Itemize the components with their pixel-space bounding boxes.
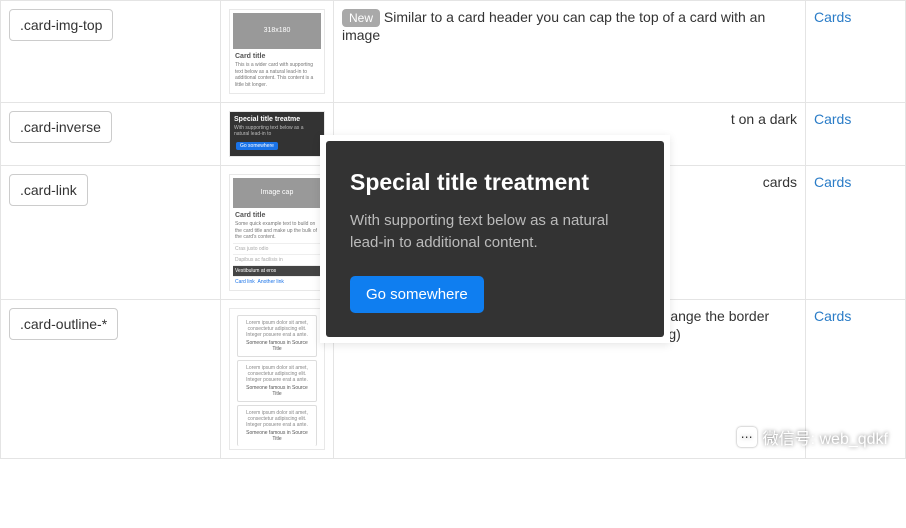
cards-link[interactable]: Cards [814,111,851,127]
thumb-text: This is a wider card with supporting tex… [235,62,319,88]
thumb-title: Card title [235,53,319,60]
thumbnail-card-img-top: 318x180 Card title This is a wider card … [229,9,325,94]
watermark: ⋯ 微信号: web_qdkf [737,425,888,449]
thumb-dark-button: Go somewhere [236,142,278,150]
go-somewhere-button[interactable]: Go somewhere [350,276,484,313]
thumb-list-item: Vestibulum at eros [233,265,321,276]
example-popup: Special title treatment With supporting … [320,135,670,343]
wechat-icon: ⋯ [737,427,757,447]
description-cell: New Similar to a card header you can cap… [334,1,806,103]
class-tag: .card-outline-* [9,308,118,340]
cards-link[interactable]: Cards [814,308,851,324]
hero-placeholder: Image cap [233,178,321,208]
thumb-links: Card link Another link [233,276,321,287]
thumb-list-item: Cras justo odio [233,243,321,254]
card-inverse-example: Special title treatment With supporting … [326,141,664,337]
thumb-outline-item: Lorem ipsum dolor sit amet, consectetur … [237,315,317,357]
thumb-list-item: Dapibus ac facilisis in [233,254,321,265]
thumb-dark-text: With supporting text below as a natural … [234,125,320,137]
card-title: Special title treatment [350,169,640,196]
thumb-text: Some quick example text to build on the … [235,221,319,241]
thumbnail-card-link: Image cap Card title Some quick example … [229,174,325,291]
thumb-outline-item: Lorem ipsum dolor sit amet, consectetur … [237,405,317,446]
watermark-text: 微信号: web_qdkf [763,425,888,449]
hero-placeholder: 318x180 [233,13,321,49]
description-text: cards [763,174,797,190]
thumb-outline-item: Lorem ipsum dolor sit amet, consectetur … [237,360,317,402]
description-text: t on a dark [731,111,797,127]
thumb-title: Card title [235,212,319,219]
description-text: Similar to a card header you can cap the… [342,9,765,43]
thumbnail-card-outline: Lorem ipsum dolor sit amet, consectetur … [229,308,325,450]
class-tag: .card-img-top [9,9,113,41]
thumb-dark-title: Special title treatme [234,116,320,123]
cards-link[interactable]: Cards [814,174,851,190]
class-tag: .card-inverse [9,111,112,143]
cards-link[interactable]: Cards [814,9,851,25]
table-row: .card-img-top 318x180 Card title This is… [1,1,906,103]
card-text: With supporting text below as a natural … [350,210,640,254]
new-badge: New [342,9,380,27]
class-tag: .card-link [9,174,88,206]
thumbnail-card-inverse: Special title treatme With supporting te… [229,111,325,157]
